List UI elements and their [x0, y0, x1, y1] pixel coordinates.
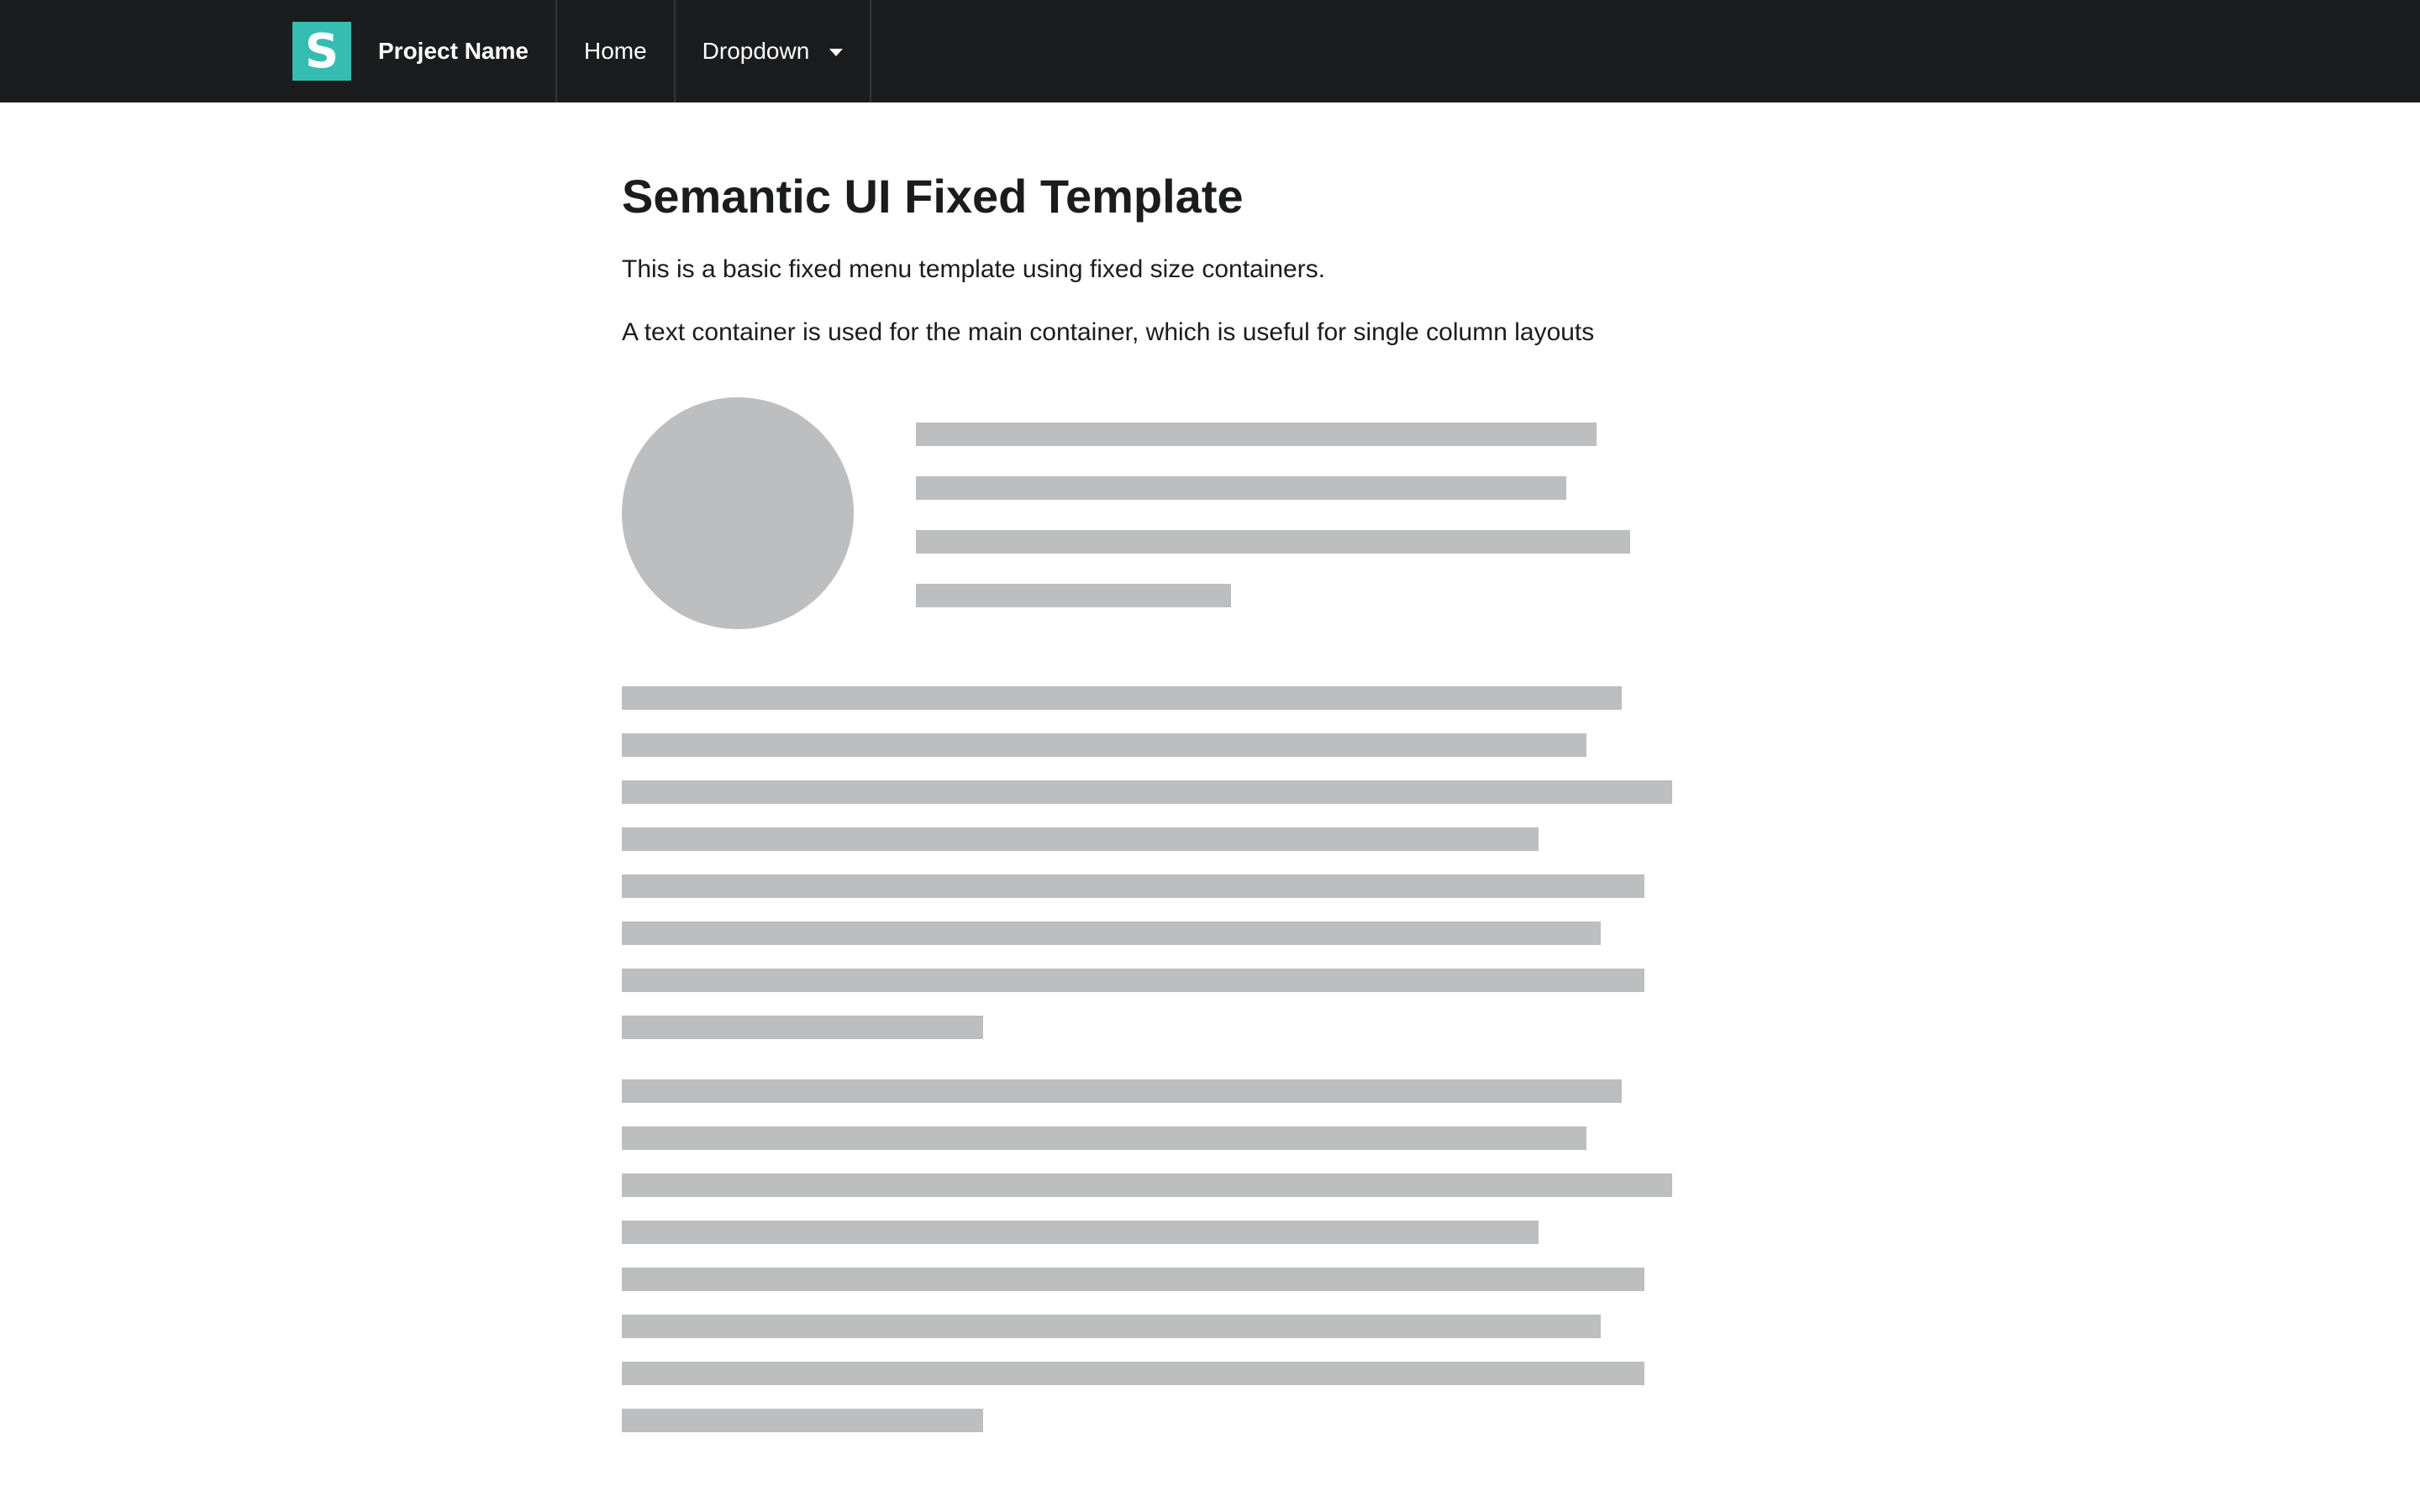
placeholder-line: [622, 686, 1622, 711]
menu-item-dropdown[interactable]: Dropdown: [676, 0, 872, 102]
avatar-placeholder: [622, 397, 854, 630]
paragraph-placeholder: [622, 1079, 1681, 1433]
placeholder-line: [622, 874, 1644, 899]
placeholder-line: [622, 1221, 1539, 1245]
placeholder-line: [916, 584, 1231, 608]
paragraph-placeholder: [622, 686, 1681, 1040]
placeholder-line: [622, 969, 1644, 993]
placeholder-line: [622, 1268, 1644, 1292]
placeholder-line: [622, 1315, 1601, 1339]
placeholder-line: [622, 733, 1586, 758]
placeholder-line: [622, 1016, 983, 1040]
placeholder-line: [622, 1126, 1586, 1151]
main-menu: S Project Name Home Dropdown: [277, 0, 872, 102]
page-title: Semantic UI Fixed Template: [622, 170, 1244, 223]
intro-text: This is a basic fixed menu template usin…: [622, 255, 1326, 284]
placeholder-line: [916, 423, 1597, 447]
brand-link[interactable]: S Project Name: [277, 0, 557, 102]
brand-name: Project Name: [378, 38, 529, 64]
header-placeholder-lines: [916, 423, 1630, 638]
placeholder-line: [622, 780, 1672, 805]
dropdown-caret-icon: [829, 48, 844, 56]
placeholder-line: [916, 476, 1566, 501]
menu-item-home-label: Home: [583, 38, 647, 64]
placeholder-line: [622, 1079, 1622, 1104]
intro-text-2: A text container is used for the main co…: [622, 318, 1595, 347]
placeholder-line: [916, 530, 1630, 554]
menu-item-home[interactable]: Home: [557, 0, 676, 102]
logo-icon: S: [292, 22, 351, 81]
placeholder-line: [622, 1362, 1644, 1386]
placeholder-line: [622, 1173, 1672, 1198]
placeholder-line: [622, 921, 1601, 946]
top-menu-bar: S Project Name Home Dropdown: [0, 0, 2420, 102]
placeholder-line: [622, 827, 1539, 852]
placeholder-line: [622, 1409, 983, 1433]
text-container: Semantic UI Fixed Template This is a bas…: [622, 168, 1681, 1456]
image-placeholder-block: [622, 397, 1681, 630]
menu-item-dropdown-label: Dropdown: [702, 38, 810, 64]
